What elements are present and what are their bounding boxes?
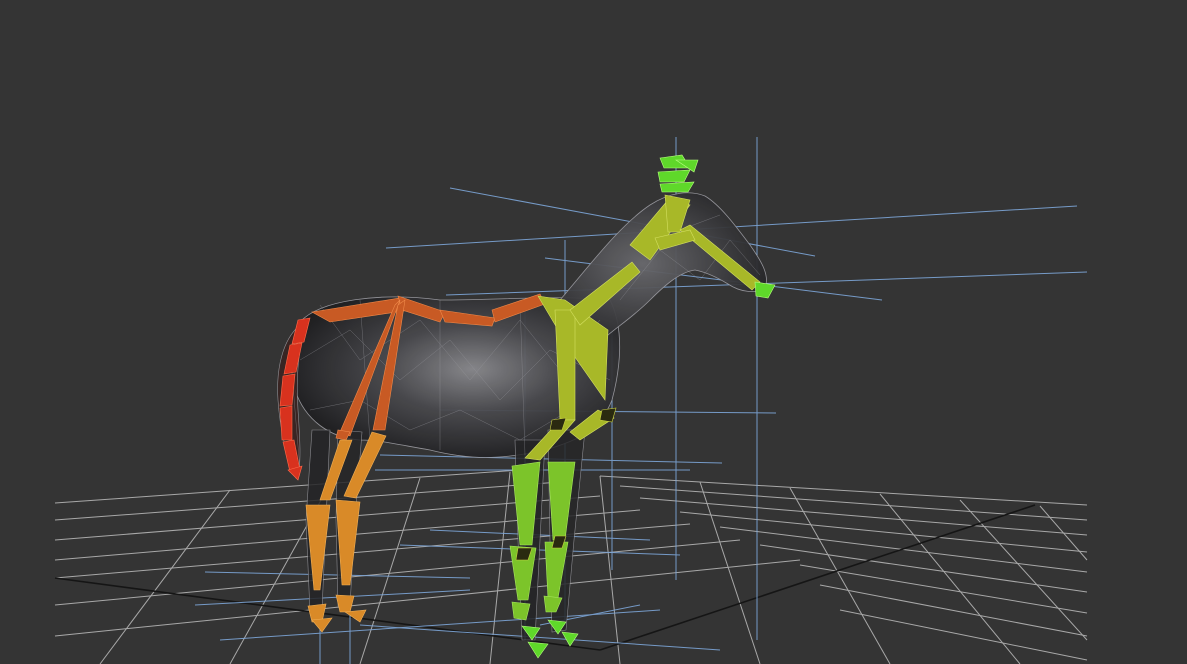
3d-viewport[interactable]: [0, 0, 1187, 664]
viewport-canvas[interactable]: [0, 0, 1187, 664]
